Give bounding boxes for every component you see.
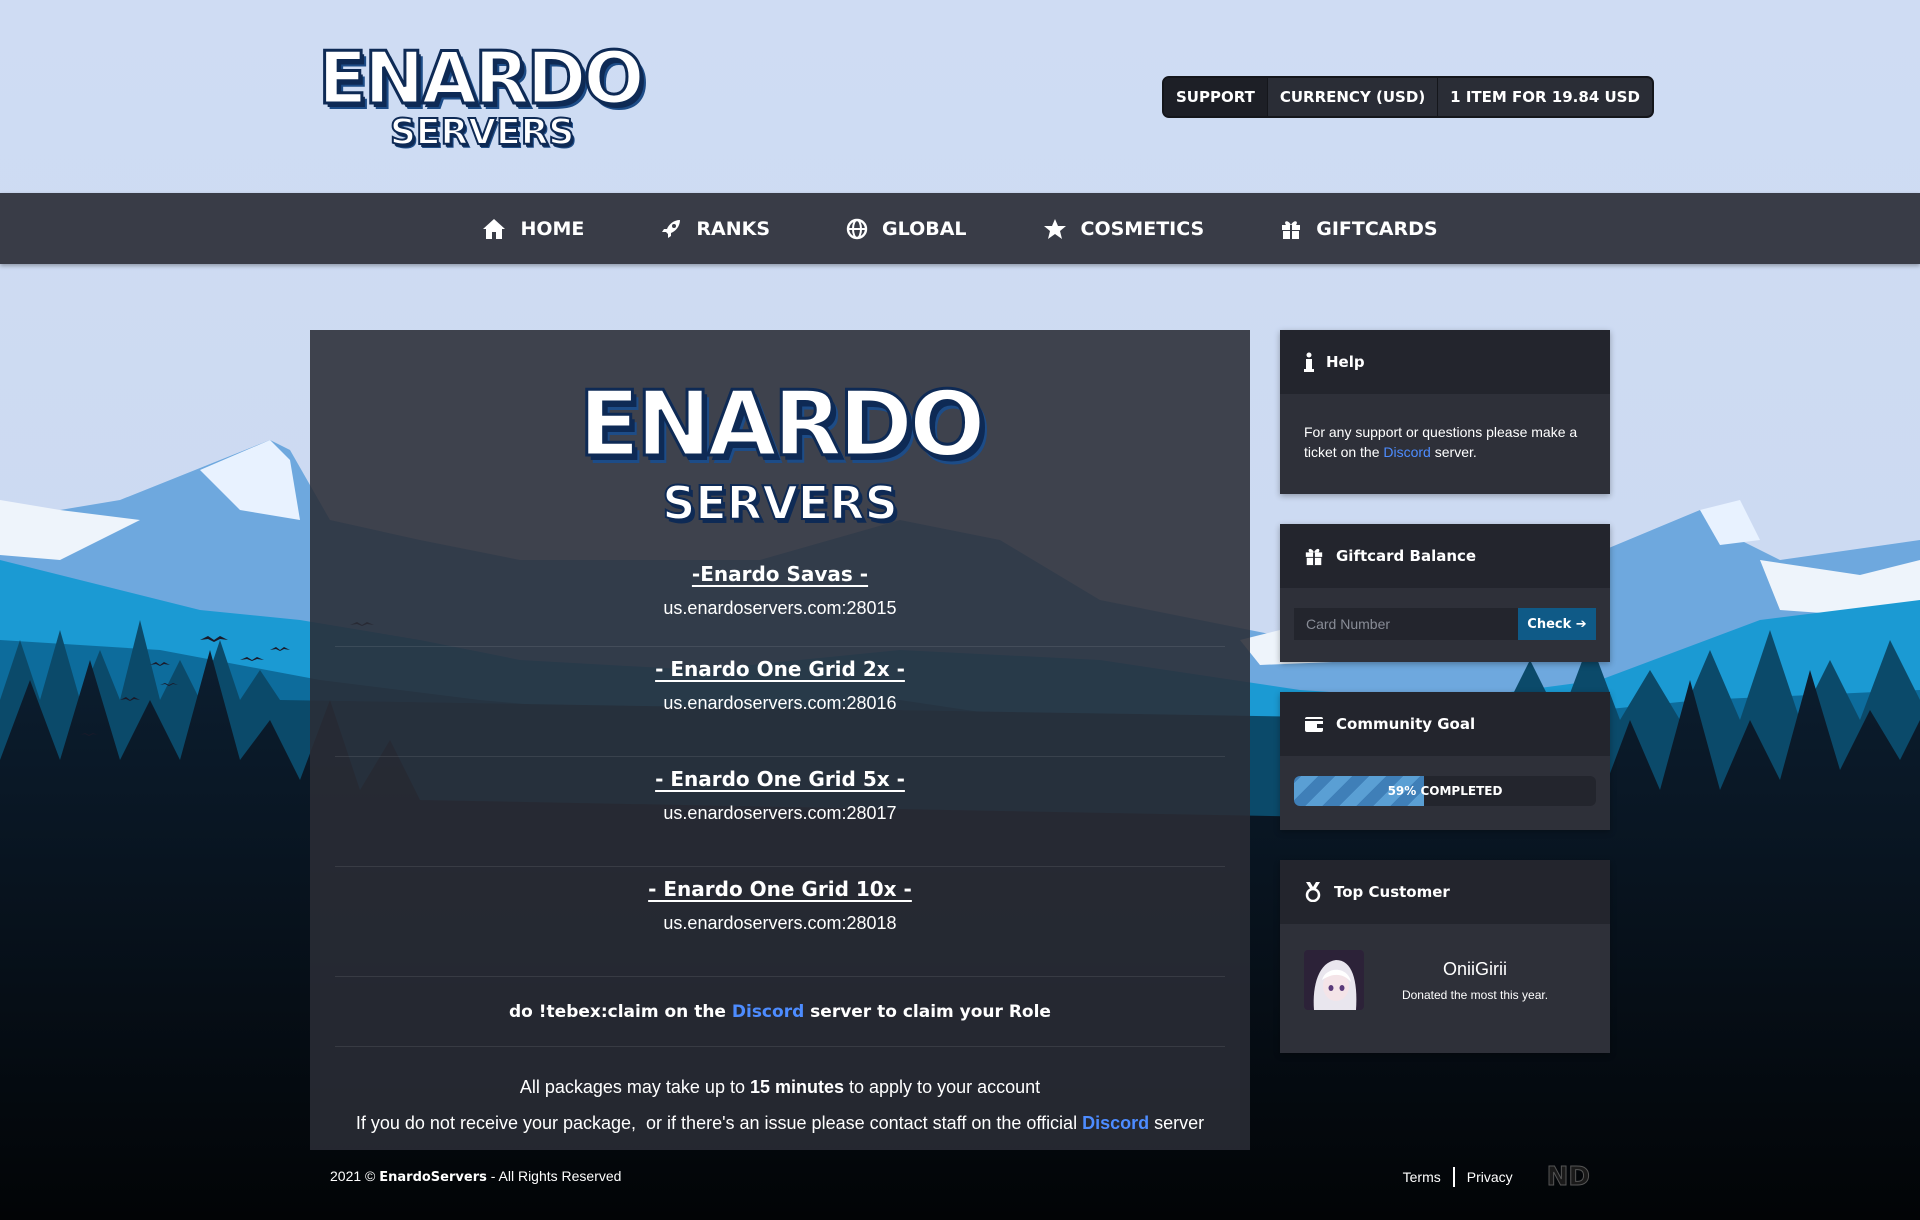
top-customer-subtitle: Donated the most this year. bbox=[1401, 987, 1549, 1002]
main-navbar: HOME RANKS GLOBAL COSMETICS GIFTCARDS bbox=[0, 193, 1920, 264]
nav-cosmetics-label: COSMETICS bbox=[1080, 217, 1205, 240]
nav-global-label: GLOBAL bbox=[882, 217, 967, 240]
server-address: us.enardoservers.com:28018 bbox=[663, 913, 897, 933]
goal-progress-label: 59% COMPLETED bbox=[1387, 784, 1503, 798]
star-icon bbox=[1043, 218, 1066, 239]
logo-top-text: ENARDO bbox=[317, 35, 647, 122]
package-info: All packages may take up to 15 minutes t… bbox=[310, 1069, 1250, 1141]
copyright: 2021 © EnardoServers - All Rights Reserv… bbox=[330, 1168, 621, 1185]
gift-icon bbox=[1305, 548, 1323, 566]
claim-instructions: do !tebex:claim on the Discord server to… bbox=[335, 977, 1225, 1047]
help-title: Help bbox=[1326, 353, 1365, 371]
server-entry: - Enardo One Grid 10x - us.enardoservers… bbox=[335, 867, 1225, 977]
package-info-line-2: If you do not receive your package, or i… bbox=[310, 1105, 1250, 1141]
server-name[interactable]: -Enardo Savas - bbox=[692, 562, 868, 586]
customer-avatar bbox=[1304, 950, 1364, 1010]
site-header: ENARDO SERVERS SUPPORT CURRENCY (USD) 1 … bbox=[0, 0, 1920, 193]
support-button[interactable]: SUPPORT bbox=[1164, 78, 1268, 116]
check-balance-button[interactable]: Check ➔ bbox=[1518, 608, 1596, 640]
footer-links: Terms Privacy ND bbox=[1391, 1162, 1591, 1193]
help-card: Help For any support or questions please… bbox=[1280, 330, 1610, 494]
info-line2-after: server bbox=[1149, 1113, 1205, 1133]
goal-progress-wrap: 59% COMPLETED bbox=[1280, 756, 1610, 826]
package-info-line-1: All packages may take up to 15 minutes t… bbox=[310, 1069, 1250, 1105]
info-line1-after: to apply to your account bbox=[844, 1077, 1041, 1097]
nav-home[interactable]: HOME bbox=[482, 218, 584, 240]
top-customer-info: OniiGirii Donated the most this year. bbox=[1364, 959, 1586, 1002]
nav-giftcards-label: GIFTCARDS bbox=[1316, 217, 1438, 240]
copyright-brand: EnardoServers bbox=[379, 1170, 487, 1185]
nav-global[interactable]: GLOBAL bbox=[846, 217, 967, 240]
top-customer-name: OniiGirii bbox=[1442, 958, 1507, 979]
wallet-icon bbox=[1305, 717, 1323, 732]
server-entry: -Enardo Savas - us.enardoservers.com:280… bbox=[335, 562, 1225, 647]
goal-progress-bar: 59% COMPLETED bbox=[1294, 776, 1596, 806]
giftcard-card-header: Giftcard Balance bbox=[1280, 524, 1610, 588]
privacy-link[interactable]: Privacy bbox=[1455, 1169, 1525, 1185]
community-goal-card: Community Goal 59% COMPLETED bbox=[1280, 692, 1610, 830]
giftcard-title: Giftcard Balance bbox=[1336, 547, 1477, 565]
server-address: us.enardoservers.com:28017 bbox=[663, 803, 897, 823]
server-name[interactable]: - Enardo One Grid 5x - bbox=[655, 767, 905, 791]
top-bar: SUPPORT CURRENCY (USD) 1 ITEM FOR 19.84 … bbox=[1162, 76, 1654, 118]
nav-home-label: HOME bbox=[520, 217, 585, 240]
top-customer-title: Top Customer bbox=[1334, 883, 1450, 901]
cart-button[interactable]: 1 ITEM FOR 19.84 USD bbox=[1438, 78, 1652, 116]
server-entry: - Enardo One Grid 5x - us.enardoservers.… bbox=[335, 757, 1225, 867]
copyright-year: 2021 © bbox=[330, 1168, 380, 1184]
goal-card-header: Community Goal bbox=[1280, 692, 1610, 756]
server-address: us.enardoservers.com:28015 bbox=[663, 598, 897, 618]
info-line2-before: If you do not receive your package, or i… bbox=[355, 1113, 1083, 1133]
main-content-panel: ENARDO SERVERS -Enardo Savas - us.enardo… bbox=[310, 330, 1250, 1150]
main-logo: ENARDO SERVERS bbox=[570, 371, 990, 562]
help-discord-link[interactable]: Discord bbox=[1383, 444, 1430, 460]
nd-logo: ND bbox=[1546, 1162, 1590, 1193]
copyright-rights: - All Rights Reserved bbox=[486, 1168, 622, 1184]
logo-bottom-text: SERVERS bbox=[389, 111, 575, 154]
claim-text-after: server to claim your Role bbox=[804, 1001, 1051, 1022]
help-body: For any support or questions please make… bbox=[1280, 394, 1610, 482]
giftcard-card: Giftcard Balance Check ➔ bbox=[1280, 524, 1610, 662]
top-customer-row: OniiGirii Donated the most this year. bbox=[1280, 924, 1610, 1036]
goal-title: Community Goal bbox=[1336, 715, 1476, 733]
nav-ranks-label: RANKS bbox=[696, 217, 771, 240]
server-name[interactable]: - Enardo One Grid 2x - bbox=[655, 657, 905, 681]
home-icon bbox=[483, 218, 506, 239]
medal-icon bbox=[1305, 882, 1321, 902]
info-line1-bold: 15 minutes bbox=[749, 1077, 845, 1097]
claim-text-before: do !tebex:claim on the bbox=[509, 1001, 732, 1022]
help-text-after: server. bbox=[1430, 444, 1477, 460]
nav-cosmetics[interactable]: COSMETICS bbox=[1043, 217, 1205, 240]
info-icon bbox=[1304, 352, 1314, 372]
arrow-right-icon: ➔ bbox=[1575, 616, 1587, 632]
nav-ranks[interactable]: RANKS bbox=[660, 218, 770, 240]
currency-button[interactable]: CURRENCY (USD) bbox=[1268, 78, 1439, 116]
top-customer-header: Top Customer bbox=[1280, 860, 1610, 924]
main-logo-bottom: SERVERS bbox=[661, 475, 899, 531]
server-address: us.enardoservers.com:28016 bbox=[663, 693, 897, 713]
rocket-icon bbox=[662, 219, 681, 238]
main-logo-top: ENARDO bbox=[577, 371, 987, 479]
nav-giftcards[interactable]: GIFTCARDS bbox=[1280, 217, 1438, 240]
gift-icon bbox=[1282, 220, 1301, 239]
check-button-label: Check bbox=[1527, 616, 1572, 632]
server-name[interactable]: - Enardo One Grid 10x - bbox=[648, 877, 912, 901]
help-card-header: Help bbox=[1280, 330, 1610, 394]
info-line1-before: All packages may take up to bbox=[519, 1077, 750, 1097]
avatar-image bbox=[1304, 950, 1364, 1010]
site-footer: 2021 © EnardoServers - All Rights Reserv… bbox=[330, 1162, 1591, 1193]
claim-discord-link[interactable]: Discord bbox=[732, 1002, 804, 1022]
card-number-input[interactable] bbox=[1294, 608, 1518, 640]
globe-icon bbox=[846, 218, 868, 239]
site-logo[interactable]: ENARDO SERVERS bbox=[317, 35, 647, 156]
info-discord-link[interactable]: Discord bbox=[1082, 1113, 1149, 1133]
terms-link[interactable]: Terms bbox=[1391, 1169, 1453, 1185]
top-customer-card: Top Customer OniiGirii Donated the most … bbox=[1280, 860, 1610, 1053]
server-entry: - Enardo One Grid 2x - us.enardoservers.… bbox=[335, 647, 1225, 757]
giftcard-form: Check ➔ bbox=[1280, 588, 1610, 660]
